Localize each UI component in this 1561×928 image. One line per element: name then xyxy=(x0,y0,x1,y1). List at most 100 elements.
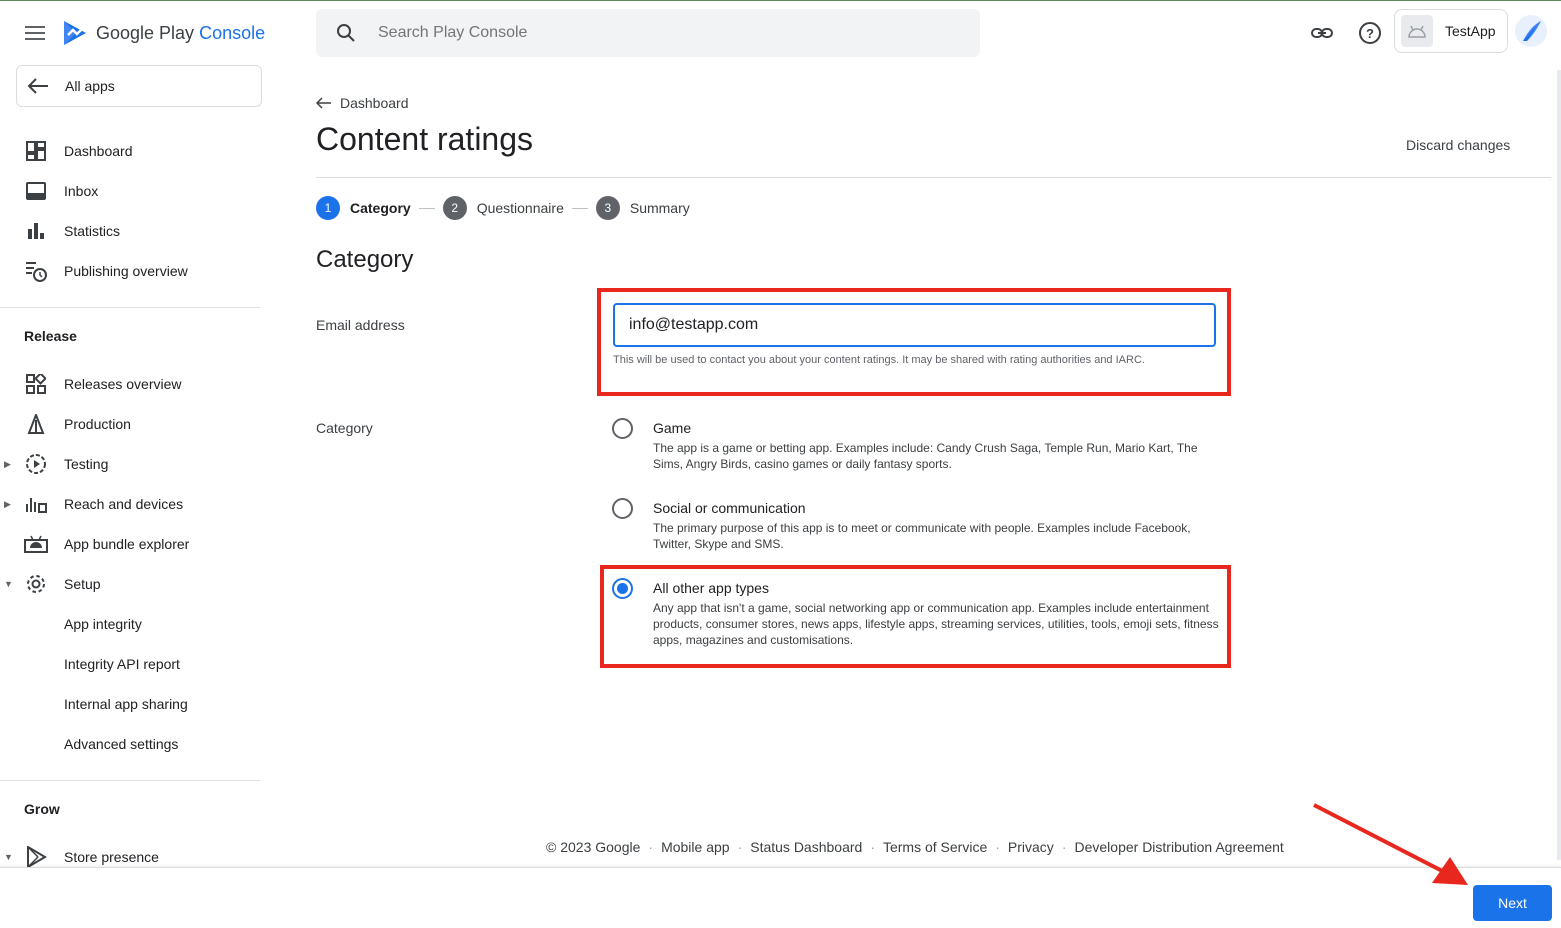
next-button[interactable]: Next xyxy=(1473,885,1552,921)
sidebar-item-advanced-settings[interactable]: Advanced settings xyxy=(0,724,260,764)
category-field-label: Category xyxy=(316,420,373,436)
footer: © 2023 Google · Mobile app · Status Dash… xyxy=(546,839,1284,855)
radio-button[interactable] xyxy=(612,418,633,439)
sidebar-section-release: Release xyxy=(24,328,77,344)
step-label: Questionnaire xyxy=(476,200,564,216)
step-number: 2 xyxy=(442,196,467,220)
step-summary[interactable]: 3 Summary xyxy=(595,196,690,220)
android-icon xyxy=(1401,15,1433,47)
sidebar-item-label: Releases overview xyxy=(64,376,182,392)
scrollbar[interactable] xyxy=(1557,70,1561,860)
dashboard-icon xyxy=(24,139,48,163)
title-divider xyxy=(316,177,1551,178)
hamburger-menu-icon[interactable] xyxy=(24,22,46,44)
step-number: 3 xyxy=(595,196,620,220)
app-name: TestApp xyxy=(1445,23,1496,39)
step-separator xyxy=(571,207,588,209)
sidebar-item-testing[interactable]: ▶ Testing xyxy=(0,444,260,484)
sidebar-item-internal-app-sharing[interactable]: Internal app sharing xyxy=(0,684,260,724)
avatar[interactable] xyxy=(1515,15,1547,47)
sidebar-item-label: Production xyxy=(64,416,131,432)
publishing-overview-icon xyxy=(24,259,48,283)
releases-overview-icon xyxy=(24,372,48,396)
testing-icon xyxy=(24,452,48,476)
collapse-caret-icon[interactable]: ▼ xyxy=(4,852,13,862)
sidebar-item-label: Store presence xyxy=(64,849,159,865)
sidebar-divider xyxy=(0,307,260,308)
sidebar-item-app-bundle-explorer[interactable]: App bundle explorer xyxy=(0,524,260,564)
radio-description: The primary purpose of this app is to me… xyxy=(653,521,1191,551)
radio-option-other[interactable]: All other app types Any app that isn't a… xyxy=(612,578,1222,648)
top-border xyxy=(0,0,1561,1)
help-icon[interactable]: ? xyxy=(1358,21,1382,45)
search-bar[interactable] xyxy=(316,9,980,57)
sidebar-item-label: Integrity API report xyxy=(64,656,180,672)
store-presence-icon xyxy=(24,845,48,869)
expand-caret-icon[interactable]: ▶ xyxy=(4,499,11,510)
app-bundle-icon xyxy=(24,532,48,556)
sidebar-item-label: Statistics xyxy=(64,223,121,239)
sidebar-item-label: App bundle explorer xyxy=(64,536,190,552)
step-category[interactable]: 1 Category xyxy=(316,196,411,220)
sidebar-item-statistics[interactable]: Statistics xyxy=(0,211,260,251)
sidebar-item-publishing-overview[interactable]: Publishing overview xyxy=(0,251,260,291)
sidebar-item-label: Setup xyxy=(64,576,101,592)
sidebar-item-label: Advanced settings xyxy=(64,736,179,752)
sidebar-section-grow: Grow xyxy=(24,801,60,817)
collapse-caret-icon[interactable]: ▼ xyxy=(4,579,13,589)
arrow-back-icon xyxy=(316,97,331,109)
sidebar-item-integrity-api-report[interactable]: Integrity API report xyxy=(0,644,260,684)
app-selector[interactable]: TestApp xyxy=(1394,9,1508,53)
all-apps-label: All apps xyxy=(65,78,115,94)
radio-title: Game xyxy=(653,420,692,436)
sidebar-item-reach-and-devices[interactable]: ▶ Reach and devices xyxy=(0,484,260,524)
footer-link-status-dashboard[interactable]: Status Dashboard xyxy=(750,839,862,855)
step-separator xyxy=(418,207,435,209)
annotation-arrow-icon xyxy=(1313,803,1468,885)
sidebar-item-releases-overview[interactable]: Releases overview xyxy=(0,364,260,404)
sidebar-item-dashboard[interactable]: Dashboard xyxy=(0,131,260,171)
sidebar-item-label: Testing xyxy=(64,456,109,472)
email-field-label: Email address xyxy=(316,317,405,333)
sidebar-item-app-integrity[interactable]: App integrity xyxy=(0,604,260,644)
expand-caret-icon[interactable]: ▶ xyxy=(4,459,11,470)
sidebar-item-label: Publishing overview xyxy=(64,263,188,279)
sidebar-item-label: Dashboard xyxy=(64,143,133,159)
link-icon[interactable] xyxy=(1310,21,1334,45)
radio-description: The app is a game or betting app. Exampl… xyxy=(653,441,1198,471)
stepper: 1 Category 2 Questionnaire 3 Summary xyxy=(316,196,690,220)
step-questionnaire[interactable]: 2 Questionnaire xyxy=(442,196,564,220)
logo-text: Google Play Console xyxy=(96,22,266,43)
sidebar-item-label: App integrity xyxy=(64,616,142,632)
step-label: Category xyxy=(350,200,411,216)
sidebar-item-label: Inbox xyxy=(64,183,99,199)
breadcrumb[interactable]: Dashboard xyxy=(316,95,409,111)
footer-link-terms[interactable]: Terms of Service xyxy=(883,839,987,855)
svg-text:?: ? xyxy=(1366,26,1374,41)
search-input[interactable] xyxy=(378,24,938,42)
sidebar-divider xyxy=(0,780,260,781)
copyright: © 2023 Google xyxy=(546,839,641,855)
sidebar-item-production[interactable]: Production xyxy=(0,404,260,444)
radio-description: Any app that isn't a game, social networ… xyxy=(653,601,1219,647)
play-console-logo[interactable]: Google Play Console xyxy=(62,18,265,48)
radio-option-game[interactable]: Game The app is a game or betting app. E… xyxy=(612,418,1222,478)
radio-title: Social or communication xyxy=(653,500,806,516)
sidebar-item-inbox[interactable]: Inbox xyxy=(0,171,260,211)
breadcrumb-label: Dashboard xyxy=(340,95,409,111)
step-number: 1 xyxy=(316,196,340,220)
discard-changes-button[interactable]: Discard changes xyxy=(1406,137,1510,153)
page-title: Content ratings xyxy=(316,121,534,157)
footer-link-mobile-app[interactable]: Mobile app xyxy=(661,839,730,855)
email-field[interactable] xyxy=(613,303,1216,347)
radio-button-selected[interactable] xyxy=(612,578,633,599)
all-apps-button[interactable]: All apps xyxy=(16,65,262,107)
production-icon xyxy=(24,412,48,436)
radio-title: All other app types xyxy=(653,580,769,596)
sidebar-item-label: Internal app sharing xyxy=(64,696,188,712)
footer-link-privacy[interactable]: Privacy xyxy=(1008,839,1054,855)
radio-button[interactable] xyxy=(612,498,633,519)
footer-link-dda[interactable]: Developer Distribution Agreement xyxy=(1074,839,1283,855)
radio-option-social[interactable]: Social or communication The primary purp… xyxy=(612,498,1222,558)
sidebar-item-setup[interactable]: ▼ Setup xyxy=(0,564,260,604)
